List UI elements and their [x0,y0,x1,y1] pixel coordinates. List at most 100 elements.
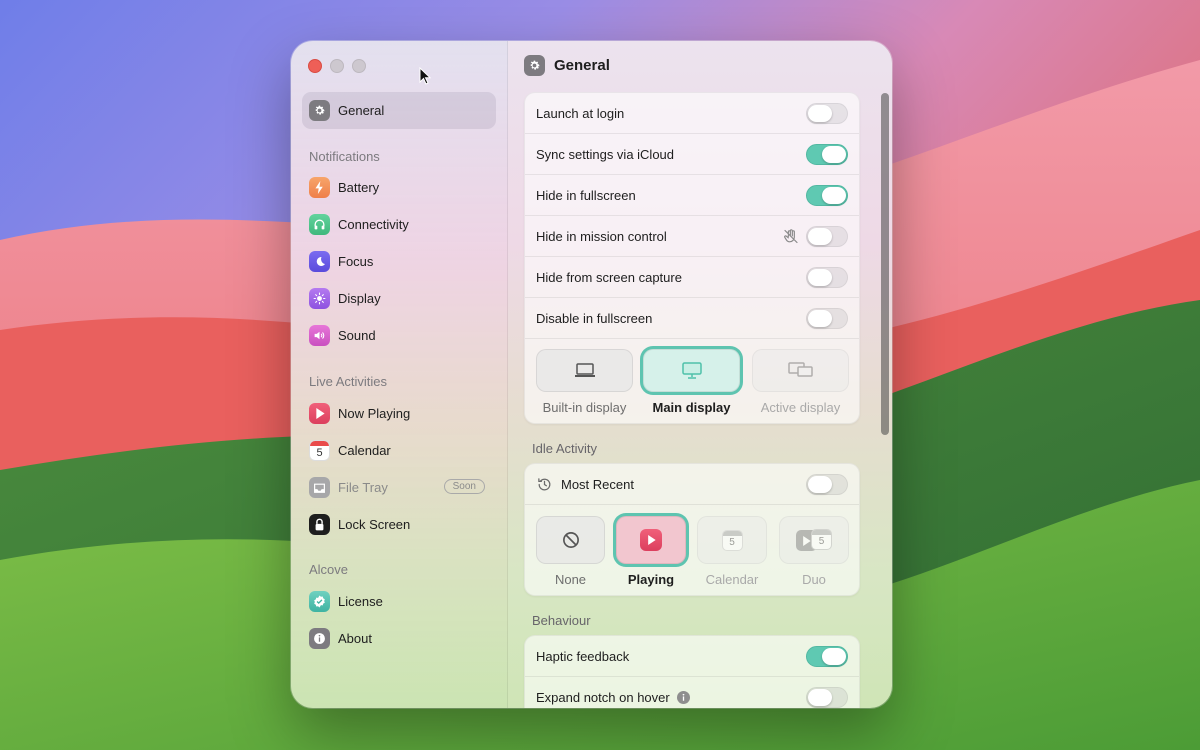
idle-playing-label: Playing [627,572,675,587]
idle-none-option[interactable] [536,516,605,564]
most-recent-toggle[interactable] [806,474,848,495]
row-label: Haptic feedback [536,648,630,664]
verified-badge-icon [309,591,330,612]
sidebar-item-label: General [338,103,385,118]
idle-activity-card: Most Recent 5 5 None Playing Calendar Du… [524,463,860,596]
page-title: General [524,55,610,76]
sidebar-item-label: Battery [338,180,380,195]
window-controls [308,59,366,73]
row-label: Hide from screen capture [536,269,682,285]
main-content: General Launch at login Sync settings vi… [509,41,892,708]
history-icon [537,477,552,492]
row-hide-in-fullscreen: Hide in fullscreen [525,175,859,216]
calendar-icon-day: 5 [818,536,825,547]
idle-none-label: None [554,572,587,587]
headphones-icon [309,214,330,235]
dual-display-icon [787,362,813,377]
expand-notch-toggle[interactable] [806,687,848,708]
minimize-window-button[interactable] [330,59,344,73]
launch-at-login-toggle[interactable] [806,103,848,124]
sidebar-item-battery[interactable]: Battery [302,169,496,206]
sidebar-item-label: Sound [338,328,376,343]
section-heading-alcove: Alcove [309,562,349,577]
sync-icloud-toggle[interactable] [806,144,848,165]
idle-duo-option[interactable]: 5 [779,516,849,564]
gear-icon [309,100,330,121]
sidebar-item-lock-screen[interactable]: Lock Screen [302,506,496,543]
row-sync-icloud: Sync settings via iCloud [525,134,859,175]
sidebar-item-connectivity[interactable]: Connectivity [302,206,496,243]
sidebar-item-label: Lock Screen [338,517,411,532]
sidebar-item-sound[interactable]: Sound [302,317,496,354]
behaviour-card: Haptic feedback Expand notch on hover [524,635,860,708]
sidebar-item-file-tray[interactable]: File Tray Soon [302,469,496,506]
row-label: Hide in mission control [536,228,667,244]
hide-in-mission-control-toggle[interactable] [806,226,848,247]
main-display-option[interactable] [643,349,740,392]
idle-activity-heading: Idle Activity [532,441,598,456]
sidebar-item-now-playing[interactable]: Now Playing [302,395,496,432]
bolt-icon [309,177,330,198]
builtin-display-option[interactable] [536,349,633,392]
hide-in-fullscreen-toggle[interactable] [806,185,848,206]
section-heading-live-activities: Live Activities [309,374,388,389]
sidebar-item-label: Display [338,291,381,306]
laptop-icon [574,363,595,377]
sidebar-item-label: License [338,594,383,609]
main-display-label: Main display [652,400,731,415]
close-window-button[interactable] [308,59,322,73]
play-icon [640,529,662,551]
sidebar-item-license[interactable]: License [302,583,496,620]
mouse-cursor-icon [419,67,431,85]
row-label: Sync settings via iCloud [536,146,675,162]
sidebar-item-label: Connectivity [338,217,409,232]
sidebar: General Notifications Battery Connectivi… [291,41,508,708]
play-icon [309,403,330,424]
sidebar-item-general[interactable]: General [302,92,496,129]
row-label: Most Recent [561,476,634,492]
disable-in-fullscreen-toggle[interactable] [806,308,848,329]
idle-calendar-label: Calendar [705,572,759,587]
sidebar-item-label: Calendar [338,443,391,458]
hide-from-screen-capture-toggle[interactable] [806,267,848,288]
soon-badge: Soon [443,479,485,494]
hand-raised-slash-icon [783,228,799,248]
sidebar-item-focus[interactable]: Focus [302,243,496,280]
builtin-display-label: Built-in display [542,400,627,415]
row-label: Disable in fullscreen [536,310,653,326]
sidebar-item-label: About [338,631,372,646]
active-display-label: Active display [760,400,841,415]
haptic-feedback-toggle[interactable] [806,646,848,667]
speaker-icon [309,325,330,346]
sidebar-item-label: Now Playing [338,406,411,421]
monitor-icon [681,362,702,379]
row-launch-at-login: Launch at login [525,93,859,134]
sidebar-item-label: File Tray [338,480,388,495]
sidebar-item-calendar[interactable]: 5 Calendar [302,432,496,469]
lock-icon [309,514,330,535]
active-display-option[interactable] [752,349,849,392]
calendar-icon-day: 5 [729,536,735,548]
general-settings-card: Launch at login Sync settings via iCloud… [524,92,860,424]
scrollbar[interactable] [881,93,889,435]
page-title-text: General [554,57,610,74]
row-label: Expand notch on hover [536,690,670,705]
sidebar-item-display[interactable]: Display [302,280,496,317]
zoom-window-button[interactable] [352,59,366,73]
gear-icon [524,55,545,76]
moon-icon [309,251,330,272]
row-label: Launch at login [536,105,625,121]
calendar-icon: 5 [309,440,330,461]
section-heading-notifications: Notifications [309,149,380,164]
row-most-recent: Most Recent [525,464,859,505]
idle-calendar-option[interactable]: 5 [697,516,767,564]
calendar-icon: 5 [811,529,832,550]
sidebar-item-about[interactable]: About [302,620,496,657]
row-disable-in-fullscreen: Disable in fullscreen [525,298,859,339]
info-icon[interactable] [676,691,690,704]
settings-window: General Notifications Battery Connectivi… [291,41,892,708]
idle-playing-option[interactable] [616,516,686,564]
row-hide-from-screen-capture: Hide from screen capture [525,257,859,298]
sun-icon [309,288,330,309]
calendar-icon-day: 5 [316,447,323,459]
